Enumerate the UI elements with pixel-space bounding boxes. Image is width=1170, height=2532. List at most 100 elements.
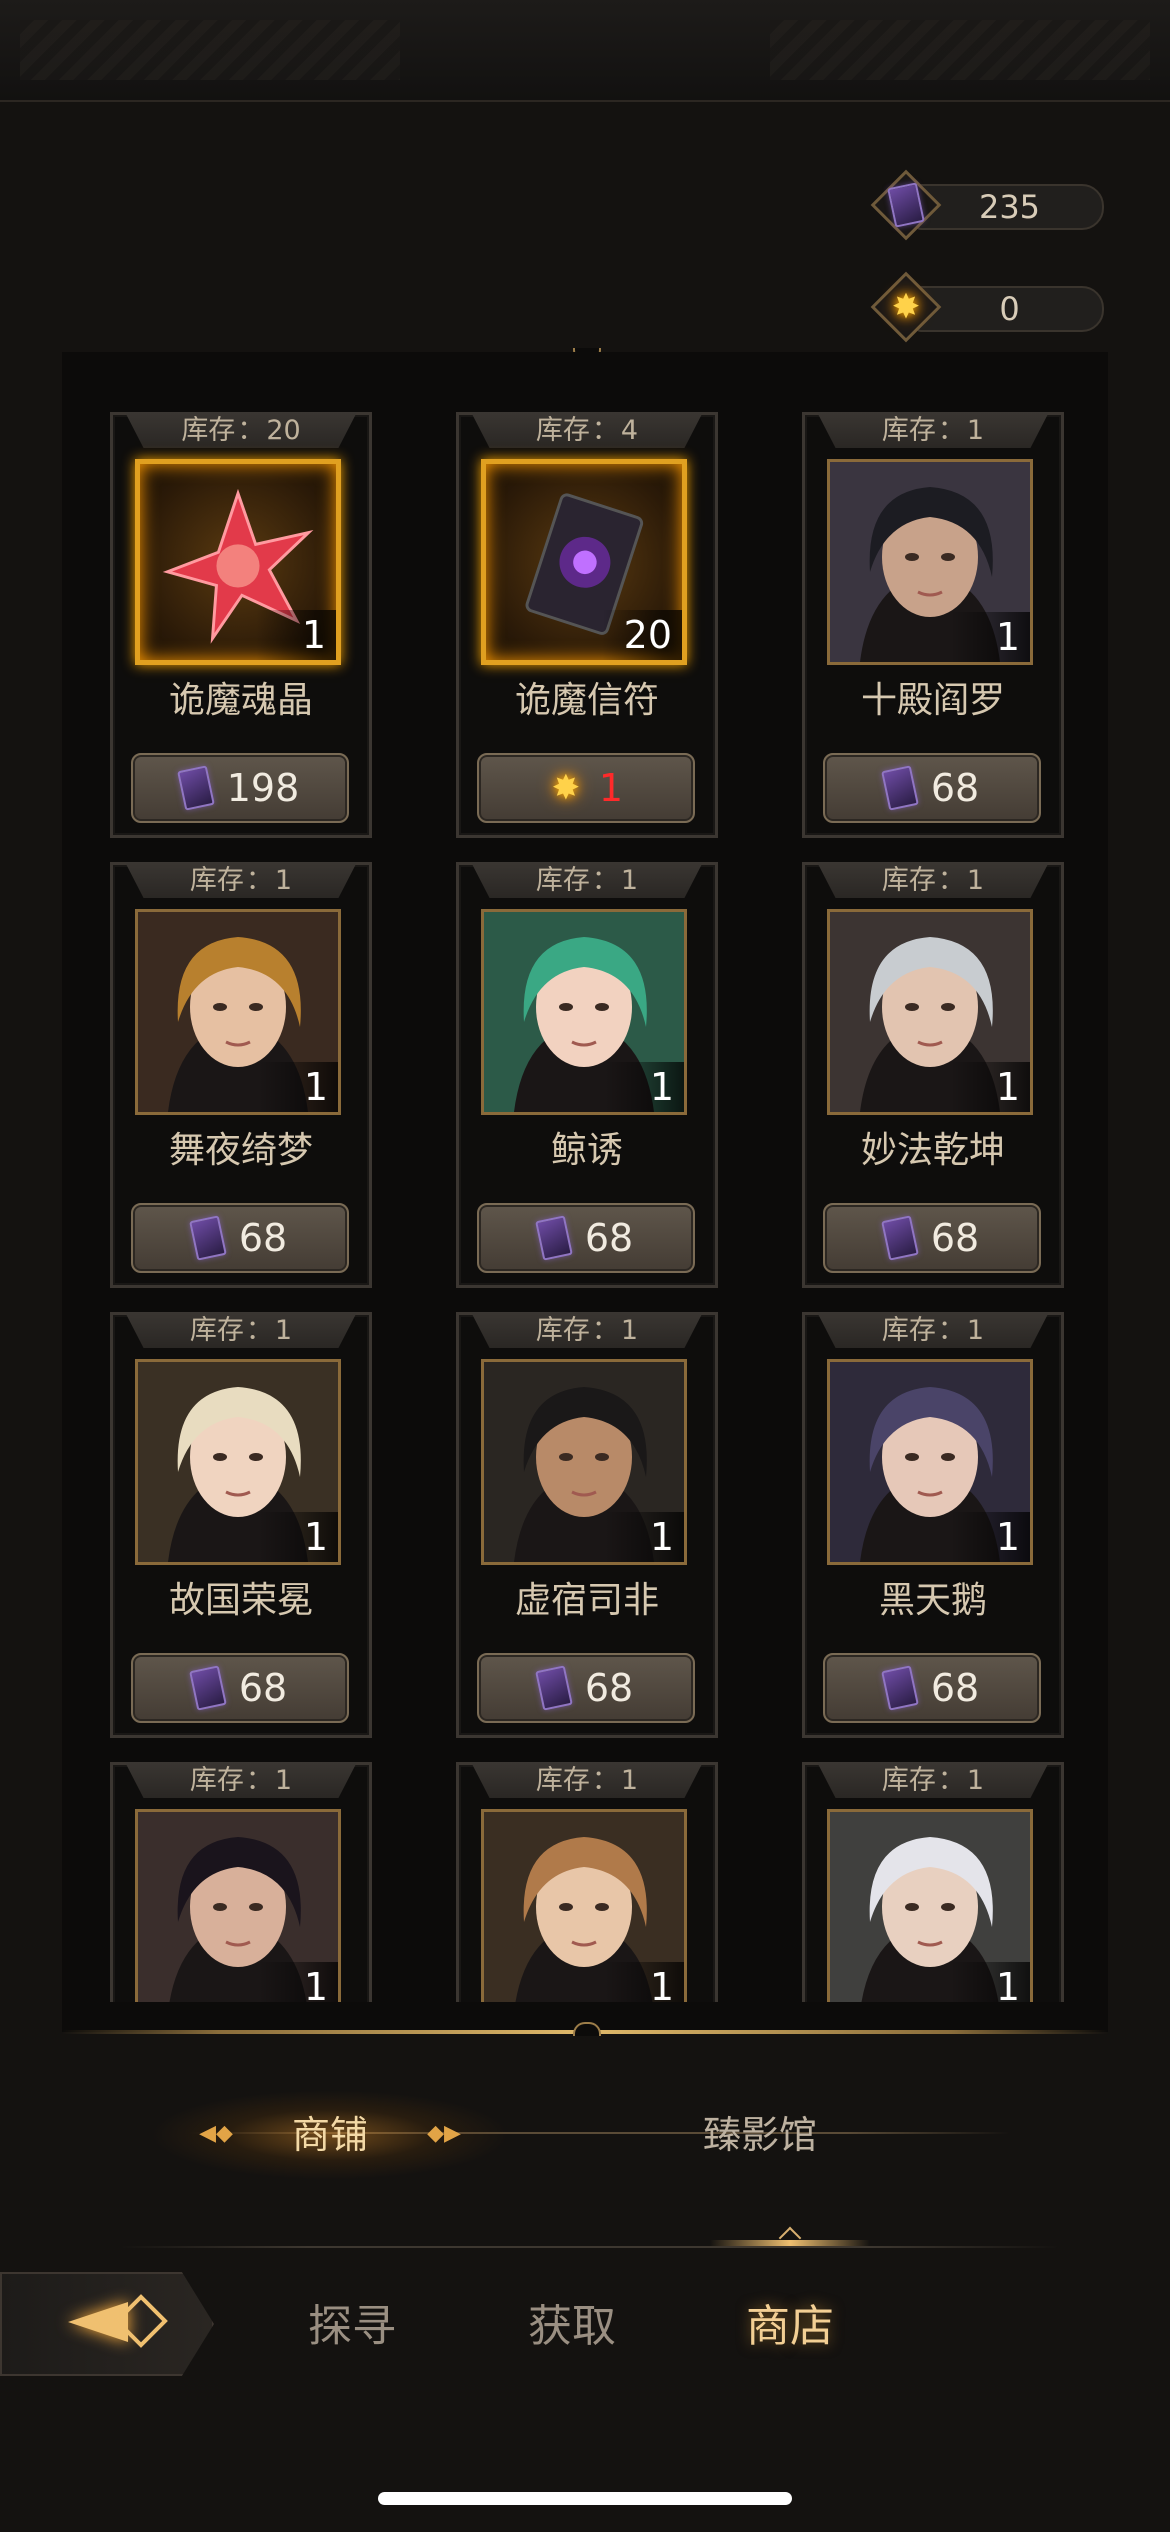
currency-purple-card: 235	[870, 169, 1105, 241]
price-value: 68	[930, 766, 980, 810]
shop-item-card[interactable]: 库存：1 1 舞夜绮梦 68	[110, 862, 372, 1288]
item-thumbnail: 1	[135, 909, 341, 1115]
item-thumbnail: 1	[481, 1809, 687, 2002]
item-thumbnail: 1	[827, 909, 1033, 1115]
item-quantity: 1	[950, 1962, 1030, 2002]
price-value: 1	[598, 766, 624, 810]
shop-item-card[interactable]: 库存：1 1	[110, 1762, 372, 2002]
nav-obtain[interactable]: 获取	[528, 2282, 616, 2372]
purple-card-icon	[534, 1215, 573, 1261]
item-name: 诡魔魂晶	[168, 680, 313, 721]
price-value: 68	[930, 1666, 980, 1710]
price-value: 68	[584, 1216, 634, 1260]
item-name: 黑天鹅	[878, 1580, 987, 1621]
stock-label: 库存：1	[817, 862, 1049, 898]
buy-button[interactable]: 68	[823, 1203, 1041, 1273]
purple-card-icon	[880, 765, 919, 811]
shop-item-card[interactable]: 库存：1 1	[456, 1762, 718, 2002]
shop-panel: 库存：20 1 诡魔魂晶 198 库存：4 20 诡魔信符 ✸ 1 库存：1 1…	[62, 352, 1108, 2032]
shop-item-card[interactable]: 库存：1 1 故国荣冕 68	[110, 1312, 372, 1738]
wing-left-icon: ◀◆	[199, 2121, 233, 2146]
item-name: 诡魔信符	[514, 680, 659, 721]
shop-item-card[interactable]: 库存：1 1 妙法乾坤 68	[802, 862, 1064, 1288]
shop-item-card[interactable]: 库存：4 20 诡魔信符 ✸ 1	[456, 412, 718, 838]
bottom-decor-band	[0, 2430, 1170, 2532]
tab-shop[interactable]: ◀◆ 商铺 ◆▶	[150, 2090, 510, 2180]
gold-star-icon: ✸	[551, 768, 581, 808]
shop-item-card[interactable]: 库存：1 1 黑天鹅 68	[802, 1312, 1064, 1738]
price-value: 198	[226, 766, 300, 810]
wing-right-icon: ◆▶	[427, 2121, 461, 2146]
item-quantity: 1	[258, 1062, 338, 1112]
item-name: 十殿阎罗	[860, 680, 1005, 721]
buy-button[interactable]: 68	[131, 1653, 349, 1723]
gold-star-icon: ✸	[870, 271, 942, 343]
item-quantity: 1	[258, 1962, 338, 2002]
ornament-right	[770, 20, 1150, 80]
stock-label: 库存：1	[125, 1312, 357, 1348]
purple-card-icon	[188, 1215, 227, 1261]
price-value: 68	[930, 1216, 980, 1260]
nav-active-indicator	[710, 2240, 870, 2246]
panel-bottom-divider	[62, 2022, 1108, 2036]
tab-gallery[interactable]: 臻影馆	[580, 2090, 940, 2180]
item-thumbnail: 1	[827, 1809, 1033, 2002]
currency-gold-star: 0 ✸	[870, 271, 1105, 343]
buy-button[interactable]: 68	[823, 1653, 1041, 1723]
price-value: 68	[238, 1216, 288, 1260]
item-thumbnail: 1	[481, 1359, 687, 1565]
purple-card-icon	[870, 169, 942, 241]
nav-explore[interactable]: 探寻	[308, 2282, 396, 2372]
home-indicator[interactable]	[378, 2492, 792, 2505]
item-thumbnail: 1	[135, 1359, 341, 1565]
item-thumbnail: 20	[481, 459, 687, 665]
price-value: 68	[584, 1666, 634, 1710]
stock-label: 库存：4	[471, 412, 703, 448]
item-name: 故国荣冕	[168, 1580, 313, 1621]
nav-separator	[120, 2246, 1060, 2248]
buy-button[interactable]: 68	[477, 1653, 695, 1723]
stock-label: 库存：1	[125, 862, 357, 898]
item-quantity: 1	[604, 1062, 684, 1112]
nav-shop[interactable]: 商店	[746, 2282, 834, 2372]
shop-item-card[interactable]: 库存：1 1	[802, 1762, 1064, 2002]
purple-card-icon	[880, 1665, 919, 1711]
item-quantity: 1	[604, 1512, 684, 1562]
stock-label: 库存：1	[817, 412, 1049, 448]
item-quantity: 1	[950, 612, 1030, 662]
price-value: 68	[238, 1666, 288, 1710]
item-quantity: 1	[604, 1962, 684, 2002]
shop-item-card[interactable]: 库存：1 1 鲸诱 68	[456, 862, 718, 1288]
stock-label: 库存：1	[471, 1312, 703, 1348]
purple-card-icon	[188, 1665, 227, 1711]
purple-card-icon	[880, 1215, 919, 1261]
item-quantity: 1	[950, 1512, 1030, 1562]
buy-button[interactable]: 68	[477, 1203, 695, 1273]
shop-item-card[interactable]: 库存：20 1 诡魔魂晶 198	[110, 412, 372, 838]
buy-button[interactable]: 68	[131, 1203, 349, 1273]
item-name: 鲸诱	[550, 1130, 623, 1171]
item-thumbnail: 1	[827, 1359, 1033, 1565]
item-quantity: 1	[256, 610, 336, 660]
item-thumbnail: 1	[827, 459, 1033, 665]
top-decor-band	[0, 0, 1170, 102]
item-name: 舞夜绮梦	[168, 1130, 313, 1171]
item-thumbnail: 1	[135, 1809, 341, 2002]
item-name: 妙法乾坤	[860, 1130, 1005, 1171]
buy-button[interactable]: 68	[823, 753, 1041, 823]
stock-label: 库存：1	[817, 1762, 1049, 1798]
stock-label: 库存：1	[125, 1762, 357, 1798]
purple-card-icon	[176, 765, 215, 811]
stock-label: 库存：1	[471, 862, 703, 898]
item-quantity: 1	[258, 1512, 338, 1562]
item-grid: 库存：20 1 诡魔魂晶 198 库存：4 20 诡魔信符 ✸ 1 库存：1 1…	[62, 352, 1108, 2002]
shop-item-card[interactable]: 库存：1 1 十殿阎罗 68	[802, 412, 1064, 838]
buy-button[interactable]: ✸ 1	[477, 753, 695, 823]
buy-button[interactable]: 198	[131, 753, 349, 823]
item-name: 虚宿司非	[514, 1580, 659, 1621]
shop-item-card[interactable]: 库存：1 1 虚宿司非 68	[456, 1312, 718, 1738]
item-thumbnail: 1	[135, 459, 341, 665]
stock-label: 库存：1	[471, 1762, 703, 1798]
item-quantity: 20	[602, 610, 682, 660]
back-button[interactable]	[0, 2272, 214, 2376]
